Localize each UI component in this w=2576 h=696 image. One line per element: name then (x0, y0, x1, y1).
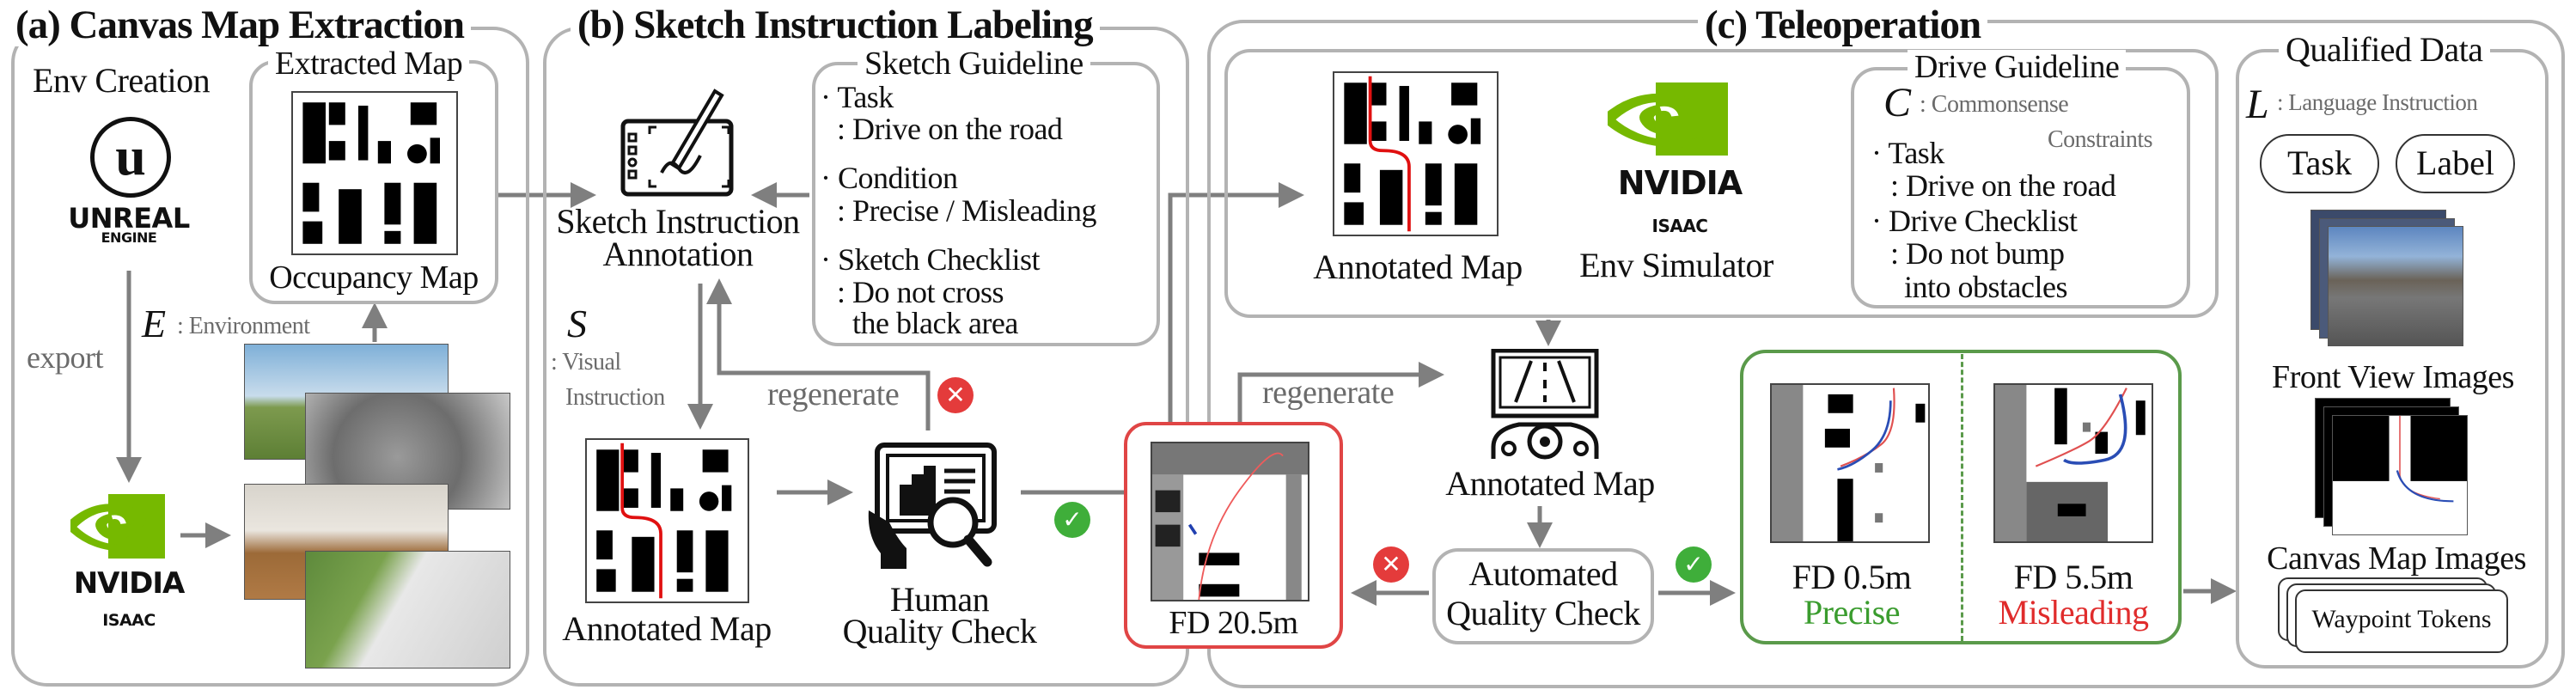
e-label: : Environment (177, 313, 310, 339)
canvas-map-label: Canvas Map Images (2267, 540, 2526, 577)
panel-c-title: (c) Teleoperation (1698, 3, 1988, 46)
guideline-item-task: · Task (821, 80, 894, 114)
precise-fd-label: FD 0.5m (1792, 558, 1912, 596)
panel-a-title: (a) Canvas Map Extraction (9, 3, 471, 46)
panel-b-title: (b) Sketch Instruction Labeling (571, 3, 1100, 46)
c-label-2: Constraints (2048, 126, 2153, 153)
pipeline-diagram: (a) Canvas Map Extraction Env Creation u… (0, 0, 2576, 696)
occupancy-map-image (291, 91, 458, 255)
label-pill: Label (2396, 134, 2515, 193)
qualified-data-title: Qualified Data (2279, 33, 2490, 67)
env-creation-label: Env Creation (33, 61, 211, 100)
front-view-label: Front View Images (2272, 359, 2514, 395)
isaac-text: ISAAC (102, 611, 156, 630)
human-check-label-2: Quality Check (842, 612, 1037, 650)
isaac-text: ISAAC (1651, 216, 1708, 236)
nvidia-logo-text: NVIDIA (73, 566, 186, 601)
guideline-head: Task (837, 80, 894, 114)
reject-x-icon: ✕ (1373, 546, 1409, 583)
guideline-item-checklist: · Sketch Checklist (821, 242, 1040, 277)
steering-wheel-icon (1491, 349, 1599, 460)
auto-check-label-2: Quality Check (1446, 594, 1640, 632)
c-symbol: C (1883, 80, 1911, 125)
export-label: export (27, 340, 103, 375)
unreal-logo-text: UNREAL (68, 202, 190, 235)
guideline-head: Condition (838, 161, 958, 195)
occupancy-map-label: Occupancy Map (269, 259, 479, 296)
canvas-map-image (2332, 415, 2468, 535)
env-screenshot-office (305, 551, 510, 669)
drive-guideline-title: Drive Guideline (1908, 50, 2127, 84)
misleading-label: Misleading (1998, 593, 2149, 632)
guideline-body: into obstacles (1904, 270, 2067, 304)
guideline-body: : Precise / Misleading (837, 193, 1096, 228)
guideline-head: Sketch Checklist (838, 242, 1040, 277)
sketch-guideline-title: Sketch Guideline (858, 46, 1090, 81)
l-symbol: L (2246, 82, 2269, 127)
s-label-1: : Visual (551, 349, 621, 375)
misleading-trajectory-map (1993, 383, 2153, 543)
misleading-fd-label: FD 5.5m (2013, 558, 2133, 596)
guideline-body: the black area (852, 306, 1018, 340)
guideline-head: Drive Checklist (1889, 204, 2078, 238)
teleop-annotated-map-label: Annotated Map (1313, 247, 1523, 286)
waypoint-tokens-card: Waypoint Tokens (2295, 589, 2508, 653)
rejected-trajectory-map (1151, 442, 1309, 601)
accept-check-icon: ✓ (1676, 546, 1712, 583)
unreal-engine-text: ENGINE (101, 229, 157, 246)
guideline-body: : Do not bump (1890, 236, 2065, 271)
extracted-map-title: Extracted Map (268, 46, 470, 81)
auto-check-label-1: Automated (1468, 554, 1618, 593)
rejected-fd-label: FD 20.5m (1169, 605, 1298, 641)
annotated-map-image (585, 438, 749, 603)
sketch-tablet-icon (620, 89, 734, 197)
s-symbol: S (567, 302, 587, 345)
c-label-1: : Commonsense (1920, 91, 2069, 118)
teleop-regenerate-label: regenerate (1262, 375, 1395, 411)
drive-item-task: · Task (1871, 136, 1944, 170)
nvidia-logo-icon (1602, 82, 1728, 156)
teleop-annotated-map-image (1333, 71, 1499, 236)
nvidia-logo-text: NVIDIA (1617, 164, 1743, 202)
front-view-image (2328, 226, 2463, 346)
s-label-2: Instruction (565, 384, 665, 411)
reject-x-icon: ✕ (937, 377, 974, 413)
annotated-map-label: Annotated Map (562, 609, 772, 648)
precise-label: Precise (1803, 593, 1901, 632)
guideline-body: : Drive on the road (1890, 168, 2116, 203)
e-symbol: E (142, 302, 166, 345)
unreal-logo-icon: u (90, 117, 171, 198)
guideline-item-condition: · Condition (821, 161, 958, 195)
guideline-body: : Drive on the road (837, 112, 1063, 146)
sketch-annotation-label-2: Annotation (602, 235, 754, 273)
task-pill: Task (2260, 134, 2379, 193)
quality-check-icon (868, 443, 997, 569)
sketch-annotation-label-1: Sketch Instruction (556, 202, 800, 241)
accept-check-icon: ✓ (1054, 502, 1090, 538)
regenerate-label: regenerate (767, 376, 900, 412)
precise-trajectory-map (1770, 383, 1930, 543)
steering-annotated-map-label: Annotated Map (1445, 464, 1655, 503)
l-label: : Language Instruction (2277, 89, 2478, 115)
drive-item-checklist: · Drive Checklist (1871, 204, 2078, 238)
divider (1961, 354, 1963, 641)
guideline-body: : Do not cross (837, 275, 1004, 309)
nvidia-logo-icon (65, 494, 165, 559)
env-simulator-label: Env Simulator (1579, 246, 1773, 284)
guideline-head: Task (1888, 136, 1944, 170)
